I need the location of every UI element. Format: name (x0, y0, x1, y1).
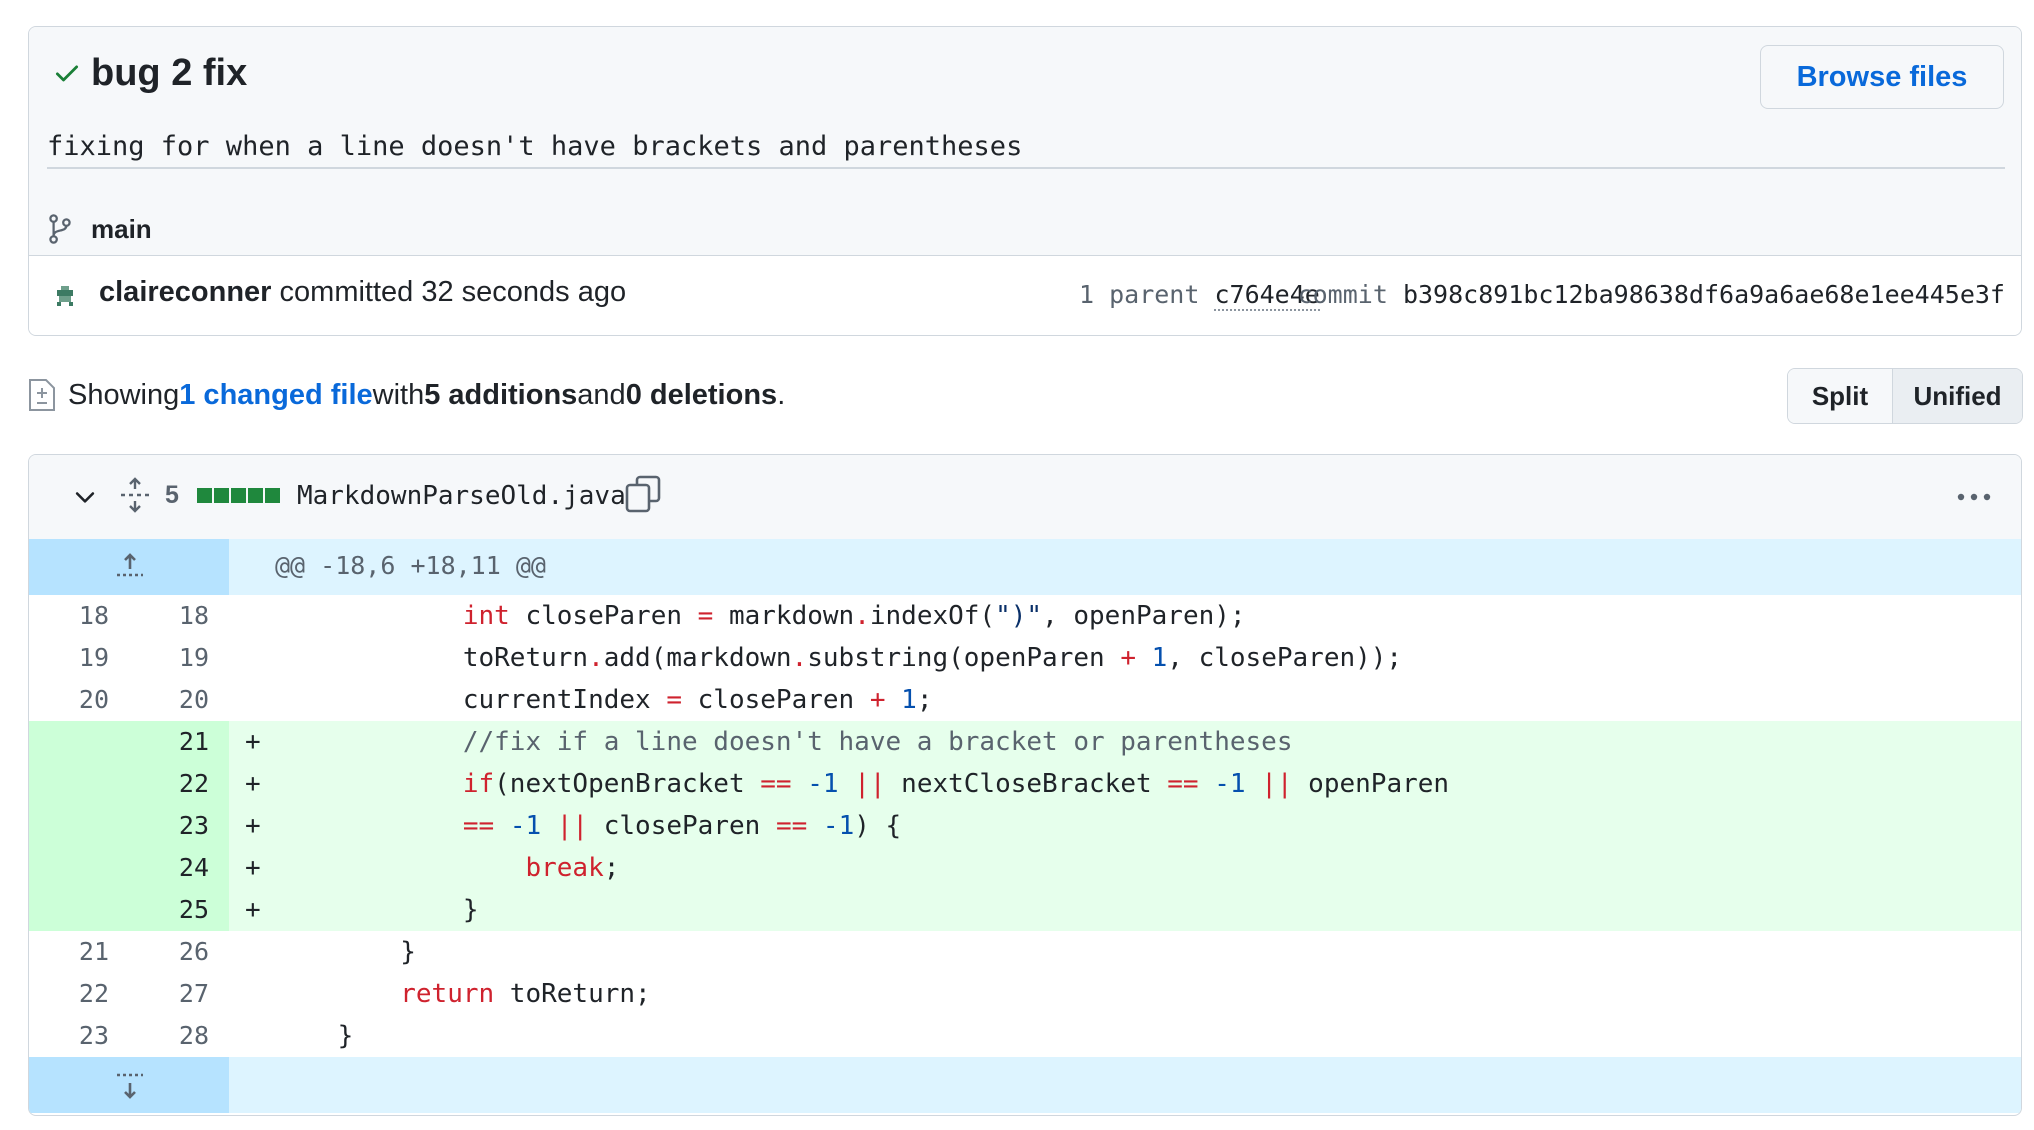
commit-author-line: claireconner committed 32 seconds ago (99, 276, 626, 309)
additions-count: 5 additions (424, 378, 578, 411)
added-line: 22 + if(nextOpenBracket == -1 || nextClos… (29, 763, 2021, 805)
context-line: 23 28 } (29, 1015, 2021, 1057)
commit-title-row: bug 2 fix (47, 45, 247, 101)
summary-prefix: Showing (68, 378, 180, 411)
diffstat-block (214, 488, 229, 503)
added-line: 21 + //fix if a line doesn't have a brack… (29, 721, 2021, 763)
code-line: == -1 || closeParen == -1) { (462, 811, 902, 841)
code-line: } (275, 895, 479, 925)
code-line: int closeParen = markdown.indexOf(")", o… (462, 601, 1246, 631)
diff-marker: + (245, 769, 261, 799)
hunk-header-row: @@ -18,6 +18,11 @@ (29, 539, 2021, 595)
summary-period: . (777, 378, 786, 411)
check-icon (47, 53, 87, 93)
new-line-number[interactable]: 27 (129, 973, 209, 1015)
copy-icon[interactable] (625, 475, 661, 513)
expand-down-icon[interactable] (115, 1069, 145, 1101)
split-view-button[interactable]: Split (1788, 369, 1893, 423)
hunk-header: @@ -18,6 +18,11 @@ (275, 551, 546, 580)
changed-files-link[interactable]: 1 changed file (179, 379, 372, 412)
new-line-number[interactable]: 20 (129, 679, 209, 721)
commit-hash: b398c891bc12ba98638df6a9a6ae68e1ee445e3f (1402, 280, 2005, 309)
diffstat-blocks (197, 488, 280, 503)
old-line-number[interactable]: 18 (29, 595, 109, 637)
browse-files-button[interactable]: Browse files (1760, 45, 2004, 109)
commit-header: bug 2 fix fixing for when a line doesn't… (29, 27, 2021, 255)
diff-marker: + (245, 811, 261, 841)
new-line-number[interactable]: 21 (129, 721, 209, 763)
committed-time: committed 32 seconds ago (271, 276, 627, 308)
chevron-down-icon[interactable] (71, 483, 99, 511)
parent-label: 1 parent (1079, 280, 1215, 309)
old-line-number[interactable]: 19 (29, 637, 109, 679)
new-line-number[interactable]: 23 (129, 805, 209, 847)
hunk-gutter (29, 539, 229, 595)
code-line: } (275, 1021, 354, 1051)
commit-title: bug 2 fix (91, 51, 248, 94)
new-line-number[interactable]: 18 (129, 595, 209, 637)
code-line: currentIndex = closeParen + 1; (275, 685, 933, 715)
context-line: 22 27 return toReturn; (29, 973, 2021, 1015)
old-line-number[interactable]: 23 (29, 1015, 109, 1057)
new-line-number[interactable]: 26 (129, 931, 209, 973)
summary-with: with (372, 378, 425, 411)
kebab-menu-icon[interactable] (1955, 483, 1993, 511)
file-header: 5 MarkdownParseOld.java (29, 455, 2021, 540)
branch-row: main (47, 207, 152, 251)
deletions-count: 0 deletions (625, 378, 778, 411)
commit-label: commit (1297, 280, 1403, 309)
code-line: if(nextOpenBracket == -1 || nextCloseBra… (462, 769, 1450, 799)
file-name-link[interactable]: MarkdownParseOld.java (297, 481, 626, 511)
new-line-number[interactable]: 28 (129, 1015, 209, 1057)
file-diff: 5 MarkdownParseOld.java @@ -18,6 +18,11 … (28, 454, 2022, 1116)
added-line: 23 + == -1 || closeParen == -1) { (29, 805, 2021, 847)
diff-marker: + (245, 895, 261, 925)
diff-summary: Showing 1 changed file with 5 additions … (28, 372, 785, 418)
old-line-number[interactable]: 20 (29, 679, 109, 721)
new-line-number[interactable]: 22 (129, 763, 209, 805)
code-line: //fix if a line doesn't have a bracket o… (462, 727, 1293, 757)
unified-view-button[interactable]: Unified (1893, 369, 2022, 423)
commit-description: fixing for when a line doesn't have brac… (47, 131, 1023, 162)
hunk-footer-row (29, 1057, 2021, 1113)
branch-icon (47, 212, 77, 246)
file-diff-icon (28, 377, 58, 413)
file-change-count: 5 (165, 481, 179, 509)
diffstat-block (265, 488, 280, 503)
old-line-number[interactable]: 21 (29, 931, 109, 973)
parent-info: 1 parent c764e4e (1079, 280, 1320, 311)
new-line-number[interactable]: 25 (129, 889, 209, 931)
context-line: 19 19 toReturn.add(markdown.substring(ope… (29, 637, 2021, 679)
old-line-number[interactable]: 22 (29, 973, 109, 1015)
commit-meta: claireconner committed 32 seconds ago 1 … (29, 255, 2021, 335)
context-line: 20 20 currentIndex = closeParen + 1; (29, 679, 2021, 721)
added-line: 24 + break; (29, 847, 2021, 889)
context-line: 18 18 int closeParen = markdown.indexOf("… (29, 595, 2021, 637)
divider (47, 167, 2005, 169)
code-line: break; (525, 853, 620, 883)
author-link[interactable]: claireconner (99, 276, 271, 308)
commit-box: bug 2 fix fixing for when a line doesn't… (28, 26, 2022, 336)
diff-marker: + (245, 727, 261, 757)
diffstat-block (197, 488, 212, 503)
avatar[interactable] (55, 286, 75, 306)
diffstat-block (231, 488, 246, 503)
hunk-gutter (29, 1057, 229, 1113)
code-line: } (275, 937, 416, 967)
diffstat-block (248, 488, 263, 503)
commit-sha-info: commit b398c891bc12ba98638df6a9a6ae68e1e… (1298, 280, 2005, 309)
new-line-number[interactable]: 24 (129, 847, 209, 889)
code-line: toReturn.add(markdown.substring(openPare… (275, 643, 1403, 673)
diff-view-toggle: Split Unified (1787, 368, 2023, 424)
expand-up-icon[interactable] (115, 551, 145, 583)
expand-all-icon[interactable] (119, 477, 151, 513)
context-line: 21 26 } (29, 931, 2021, 973)
code-line: return toReturn; (400, 979, 651, 1009)
branch-name[interactable]: main (91, 214, 152, 245)
new-line-number[interactable]: 19 (129, 637, 209, 679)
diff-lines: 18 18 int closeParen = markdown.indexOf("… (29, 595, 2021, 1057)
added-line: 25 + } (29, 889, 2021, 931)
summary-and: and (577, 378, 626, 411)
diff-marker: + (245, 853, 261, 883)
